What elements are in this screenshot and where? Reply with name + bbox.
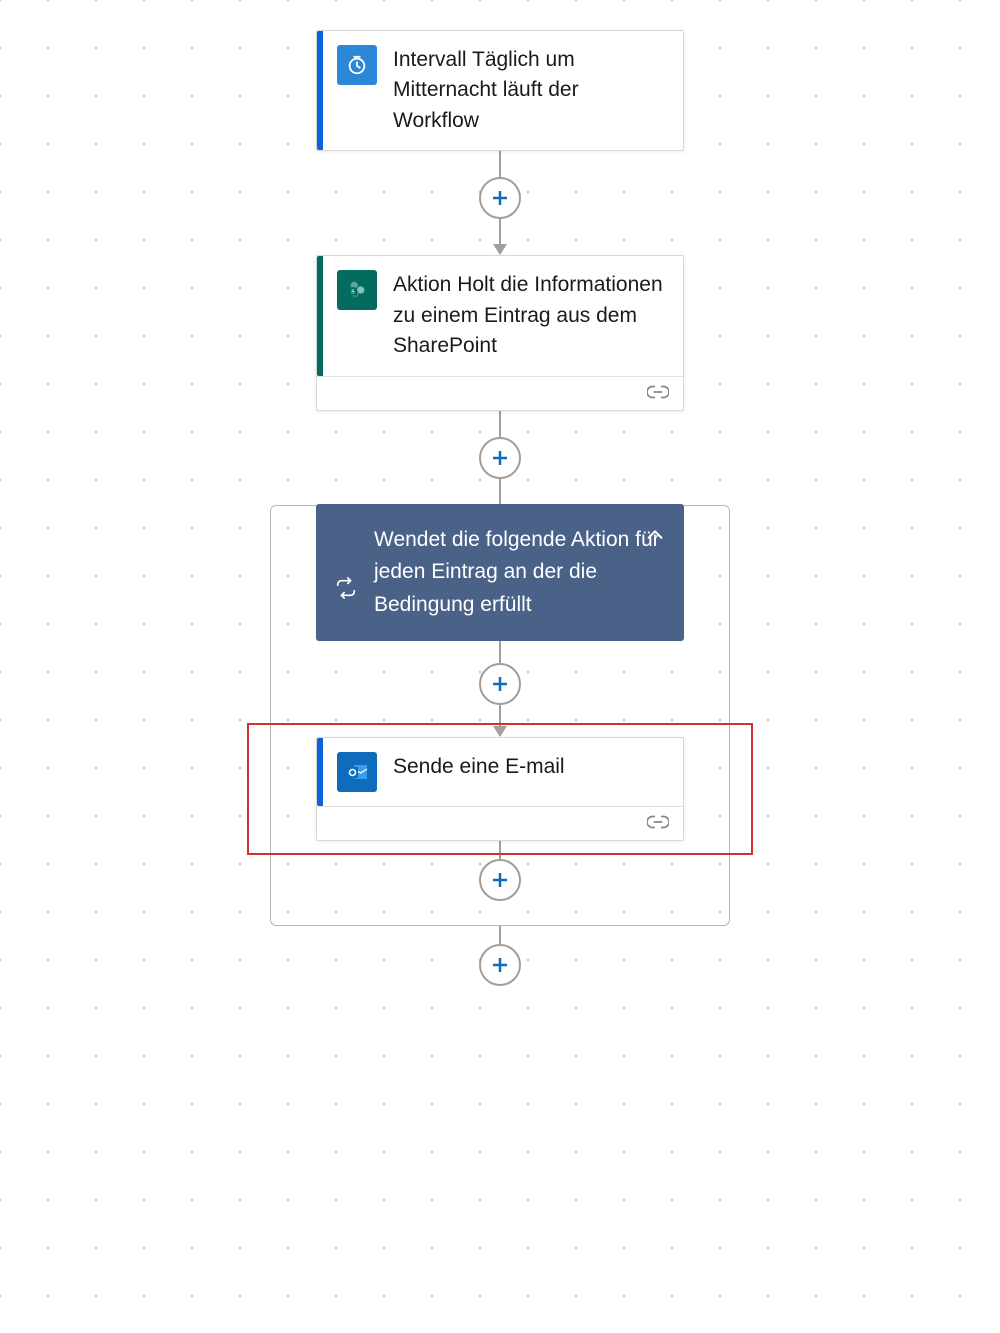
connector [479, 641, 521, 737]
trigger-title: Intervall Täglich um Mitternacht läuft d… [393, 45, 665, 136]
collapse-icon[interactable] [644, 524, 666, 546]
add-step-button[interactable] [479, 437, 521, 479]
accent-bar [317, 256, 323, 375]
sharepoint-node[interactable]: S Aktion Holt die Informationen zu einem… [316, 255, 684, 410]
sharepoint-title: Aktion Holt die Informationen zu einem E… [393, 270, 665, 361]
loop-icon [332, 574, 360, 602]
accent-bar [317, 738, 323, 806]
connector [479, 411, 521, 515]
outlook-icon [337, 752, 377, 792]
sharepoint-icon: S [337, 270, 377, 310]
email-title: Sende eine E-mail [393, 752, 565, 782]
accent-bar [317, 31, 323, 150]
add-step-button[interactable] [479, 944, 521, 986]
card-footer [317, 806, 683, 840]
connector [479, 841, 521, 901]
connector [479, 151, 521, 255]
card-footer [317, 376, 683, 410]
add-step-button[interactable] [479, 859, 521, 901]
email-node[interactable]: Sende eine E-mail [316, 737, 684, 841]
connector [479, 926, 521, 986]
trigger-node[interactable]: Intervall Täglich um Mitternacht läuft d… [316, 30, 684, 151]
loop-container: Wendet die folgende Aktion für jeden Ein… [270, 505, 730, 927]
add-step-button[interactable] [479, 177, 521, 219]
workflow-canvas[interactable]: Intervall Täglich um Mitternacht läuft d… [0, 0, 1000, 986]
link-icon [647, 813, 669, 834]
loop-title: Wendet die folgende Aktion für jeden Ein… [374, 524, 668, 622]
loop-node[interactable]: Wendet die folgende Aktion für jeden Ein… [316, 504, 684, 642]
svg-text:S: S [351, 289, 355, 296]
add-step-button[interactable] [479, 663, 521, 705]
clock-icon [337, 45, 377, 85]
link-icon [647, 383, 669, 404]
